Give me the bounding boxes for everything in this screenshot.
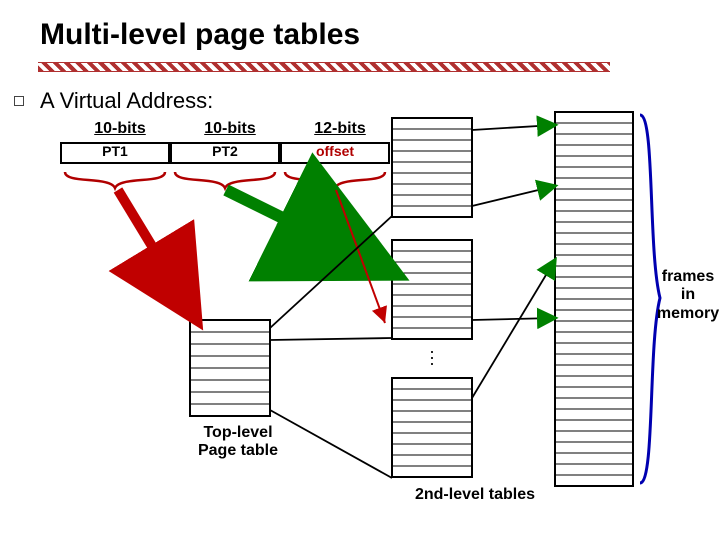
top-level-table [190, 320, 270, 416]
frames-table [555, 112, 633, 486]
field-pt2: 10-bits [180, 120, 280, 138]
brace-offset [0, 0, 720, 540]
second-level-table-c [392, 378, 472, 477]
second-level-table-b [392, 240, 472, 339]
divider [38, 62, 610, 72]
second-level-table-a [392, 118, 472, 217]
label-top-level: Top-levelPage table [188, 424, 288, 461]
bullet-icon [14, 96, 24, 106]
vdots-icon: ··· [424, 348, 440, 366]
pt2-name: PT2 [170, 143, 280, 159]
arrows-svg [0, 0, 720, 540]
pt1-name: PT1 [60, 143, 170, 159]
pt1-bits: 10-bits [70, 120, 170, 138]
label-frames: framesinmemory [656, 268, 720, 323]
brace-pt2 [0, 0, 720, 540]
brace-frames [0, 0, 720, 540]
tables-svg [0, 0, 720, 540]
pt2-bits: 10-bits [180, 120, 280, 138]
slide-title: Multi-level page tables [40, 18, 360, 52]
subtitle: A Virtual Address: [40, 88, 213, 114]
offset-bits: 12-bits [290, 120, 390, 138]
offset-name: offset [280, 143, 390, 159]
field-pt1: 10-bits [70, 120, 170, 138]
brace-pt1 [0, 0, 720, 540]
field-offset: 12-bits [290, 120, 390, 138]
label-second-level: 2nd-level tables [395, 486, 555, 504]
